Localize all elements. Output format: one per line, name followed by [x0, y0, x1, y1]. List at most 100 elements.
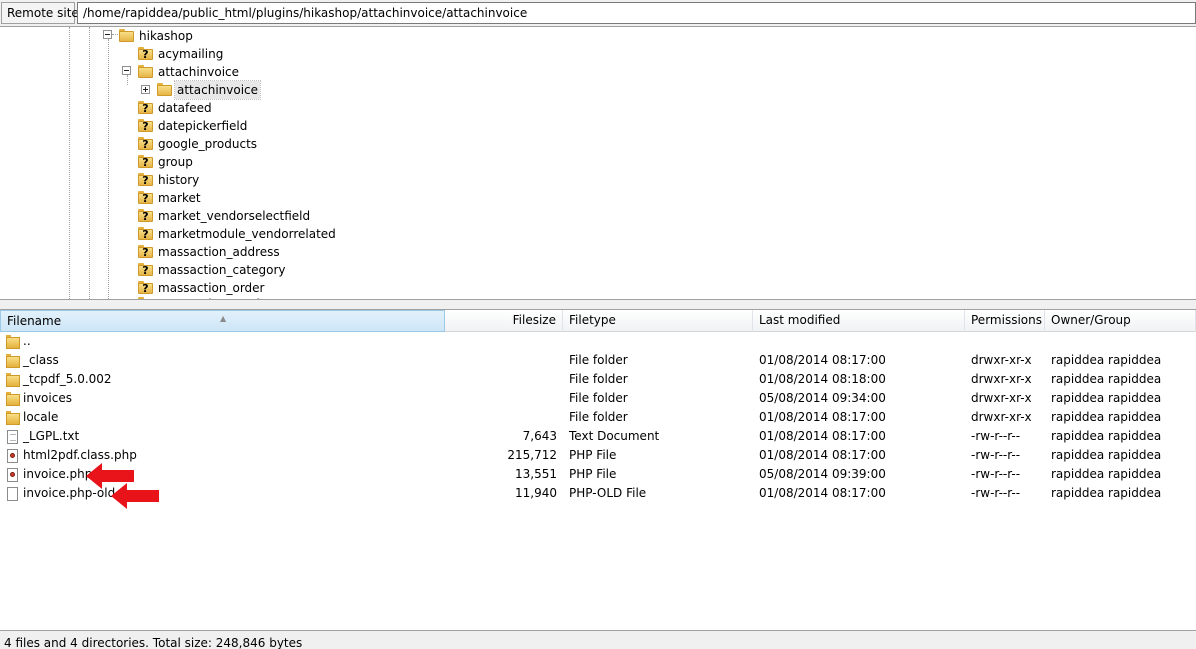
file-type: PHP-OLD File — [569, 486, 647, 500]
file-row[interactable]: html2pdf.class.php 215,712 PHP File 01/0… — [0, 446, 1196, 465]
tree-node-label: datafeed — [158, 101, 212, 115]
remote-directory-tree[interactable]: hikashop ? acymailing attachinvoice atta… — [0, 27, 1196, 299]
folder-unknown-icon: ? — [138, 227, 153, 240]
file-row[interactable]: locale File folder 01/08/2014 08:17:00 d… — [0, 408, 1196, 427]
column-header-filename[interactable]: ▲ Filename — [0, 310, 445, 332]
tree-node-market-vendorselectfield[interactable]: ? market_vendorselectfield — [0, 207, 340, 225]
file-type: PHP File — [569, 467, 617, 481]
tree-node-datafeed[interactable]: ? datafeed — [0, 99, 320, 117]
generic-file-icon — [7, 487, 18, 501]
file-size: 11,940 — [515, 486, 557, 500]
file-modified: 01/08/2014 08:17:00 — [759, 410, 886, 424]
file-row-invoice-php[interactable]: invoice.php 13,551 PHP File 05/08/2014 0… — [0, 465, 1196, 484]
column-header-filetype[interactable]: Filetype — [563, 310, 753, 332]
tree-node-label: attachinvoice — [173, 80, 262, 100]
file-name: _tcpdf_5.0.002 — [23, 372, 112, 386]
column-header-owner-group[interactable]: Owner/Group — [1045, 310, 1196, 332]
file-row-invoice-php-old[interactable]: invoice.php-old 11,940 PHP-OLD File 01/0… — [0, 484, 1196, 503]
file-modified: 01/08/2014 08:17:00 — [759, 429, 886, 443]
tree-node-label: market_vendorselectfield — [158, 209, 311, 223]
file-type: File folder — [569, 353, 628, 367]
folder-unknown-icon: ? — [138, 209, 153, 222]
tree-node-hikashop[interactable]: hikashop — [0, 27, 300, 45]
column-header-label: Filename — [7, 314, 62, 328]
file-row[interactable]: _LGPL.txt 7,643 Text Document 01/08/2014… — [0, 427, 1196, 446]
pane-splitter[interactable] — [0, 299, 1196, 310]
php-file-icon — [7, 449, 18, 463]
folder-unknown-icon: ? — [138, 155, 153, 168]
tree-node-market[interactable]: ? market — [0, 189, 320, 207]
column-header-label: Owner/Group — [1051, 313, 1131, 327]
file-type: File folder — [569, 372, 628, 386]
file-size: 215,712 — [507, 448, 557, 462]
tree-node-google-products[interactable]: ? google_products — [0, 135, 320, 153]
file-permissions: -rw-r--r-- — [971, 486, 1021, 500]
file-row-parent[interactable]: .. — [0, 332, 1196, 351]
file-owner: rapiddea rapiddea — [1051, 429, 1162, 443]
tree-node-label: market — [158, 191, 201, 205]
php-file-icon — [7, 468, 18, 482]
folder-icon — [6, 335, 20, 350]
file-list[interactable]: .. _class File folder 01/08/2014 08:17:0… — [0, 332, 1196, 629]
tree-node-acymailing[interactable]: ? acymailing — [0, 45, 300, 63]
file-owner: rapiddea rapiddea — [1051, 353, 1162, 367]
file-owner: rapiddea rapiddea — [1051, 410, 1162, 424]
tree-node-label: attachinvoice — [158, 65, 240, 79]
file-modified: 05/08/2014 09:34:00 — [759, 391, 886, 405]
tree-node-datepickerfield[interactable]: ? datepickerfield — [0, 117, 320, 135]
folder-unknown-icon: ? — [138, 281, 153, 294]
folder-unknown-icon: ? — [138, 173, 153, 186]
file-type: Text Document — [569, 429, 660, 443]
file-row[interactable]: _class File folder 01/08/2014 08:17:00 d… — [0, 351, 1196, 370]
folder-icon — [6, 373, 20, 388]
folder-icon — [6, 392, 20, 407]
folder-unknown-icon: ? — [138, 119, 153, 132]
remote-site-label: Remote site: — [1, 2, 83, 24]
collapse-icon[interactable] — [103, 30, 112, 39]
file-type: File folder — [569, 410, 628, 424]
tree-node-attachinvoice-selected[interactable]: attachinvoice — [0, 80, 300, 100]
file-owner: rapiddea rapiddea — [1051, 448, 1162, 462]
file-permissions: -rw-r--r-- — [971, 429, 1021, 443]
tree-node-label: hikashop — [139, 29, 193, 43]
file-permissions: drwxr-xr-x — [971, 391, 1032, 405]
text-file-icon — [7, 430, 18, 444]
file-permissions: drwxr-xr-x — [971, 353, 1032, 367]
file-name: invoices — [23, 391, 72, 405]
column-header-label: Filesize — [512, 313, 556, 327]
file-row[interactable]: _tcpdf_5.0.002 File folder 01/08/2014 08… — [0, 370, 1196, 389]
tree-node-massaction-address[interactable]: ? massaction_address — [0, 243, 320, 261]
tree-node-label: datepickerfield — [158, 119, 248, 133]
tree-node-history[interactable]: ? history — [0, 171, 320, 189]
file-type: PHP File — [569, 448, 617, 462]
column-header-filesize[interactable]: Filesize — [445, 310, 563, 332]
folder-unknown-icon: ? — [138, 245, 153, 258]
tree-node-group[interactable]: ? group — [0, 153, 320, 171]
tree-node-label: history — [158, 173, 200, 187]
remote-site-path-input[interactable]: /home/rapiddea/public_html/plugins/hikas… — [77, 2, 1196, 24]
sort-ascending-icon: ▲ — [220, 314, 227, 323]
folder-unknown-icon: ? — [138, 137, 153, 150]
tree-node-label: google_products — [158, 137, 258, 151]
tree-node-label: massaction_address — [158, 245, 280, 259]
tree-node-marketmodule-vendorrelated[interactable]: ? marketmodule_vendorrelated — [0, 225, 340, 243]
column-header-last-modified[interactable]: Last modified — [753, 310, 965, 332]
file-name: invoice.php — [23, 467, 93, 481]
file-name: _LGPL.txt — [23, 429, 80, 443]
file-row[interactable]: invoices File folder 05/08/2014 09:34:00… — [0, 389, 1196, 408]
status-bar: 4 files and 4 directories. Total size: 2… — [0, 630, 1196, 649]
folder-open-icon — [119, 29, 134, 42]
tree-node-attachinvoice[interactable]: attachinvoice — [0, 63, 300, 81]
file-name: .. — [23, 334, 31, 348]
tree-node-massaction-category[interactable]: ? massaction_category — [0, 261, 320, 279]
column-header-permissions[interactable]: Permissions — [965, 310, 1045, 332]
tree-node-label: group — [158, 155, 193, 169]
expand-icon[interactable] — [141, 85, 150, 94]
file-size: 7,643 — [522, 429, 557, 443]
folder-unknown-icon: ? — [138, 101, 153, 114]
file-owner: rapiddea rapiddea — [1051, 486, 1162, 500]
file-modified: 01/08/2014 08:17:00 — [759, 448, 886, 462]
file-name: _class — [23, 353, 59, 367]
collapse-icon[interactable] — [122, 66, 131, 75]
folder-icon — [6, 354, 20, 369]
